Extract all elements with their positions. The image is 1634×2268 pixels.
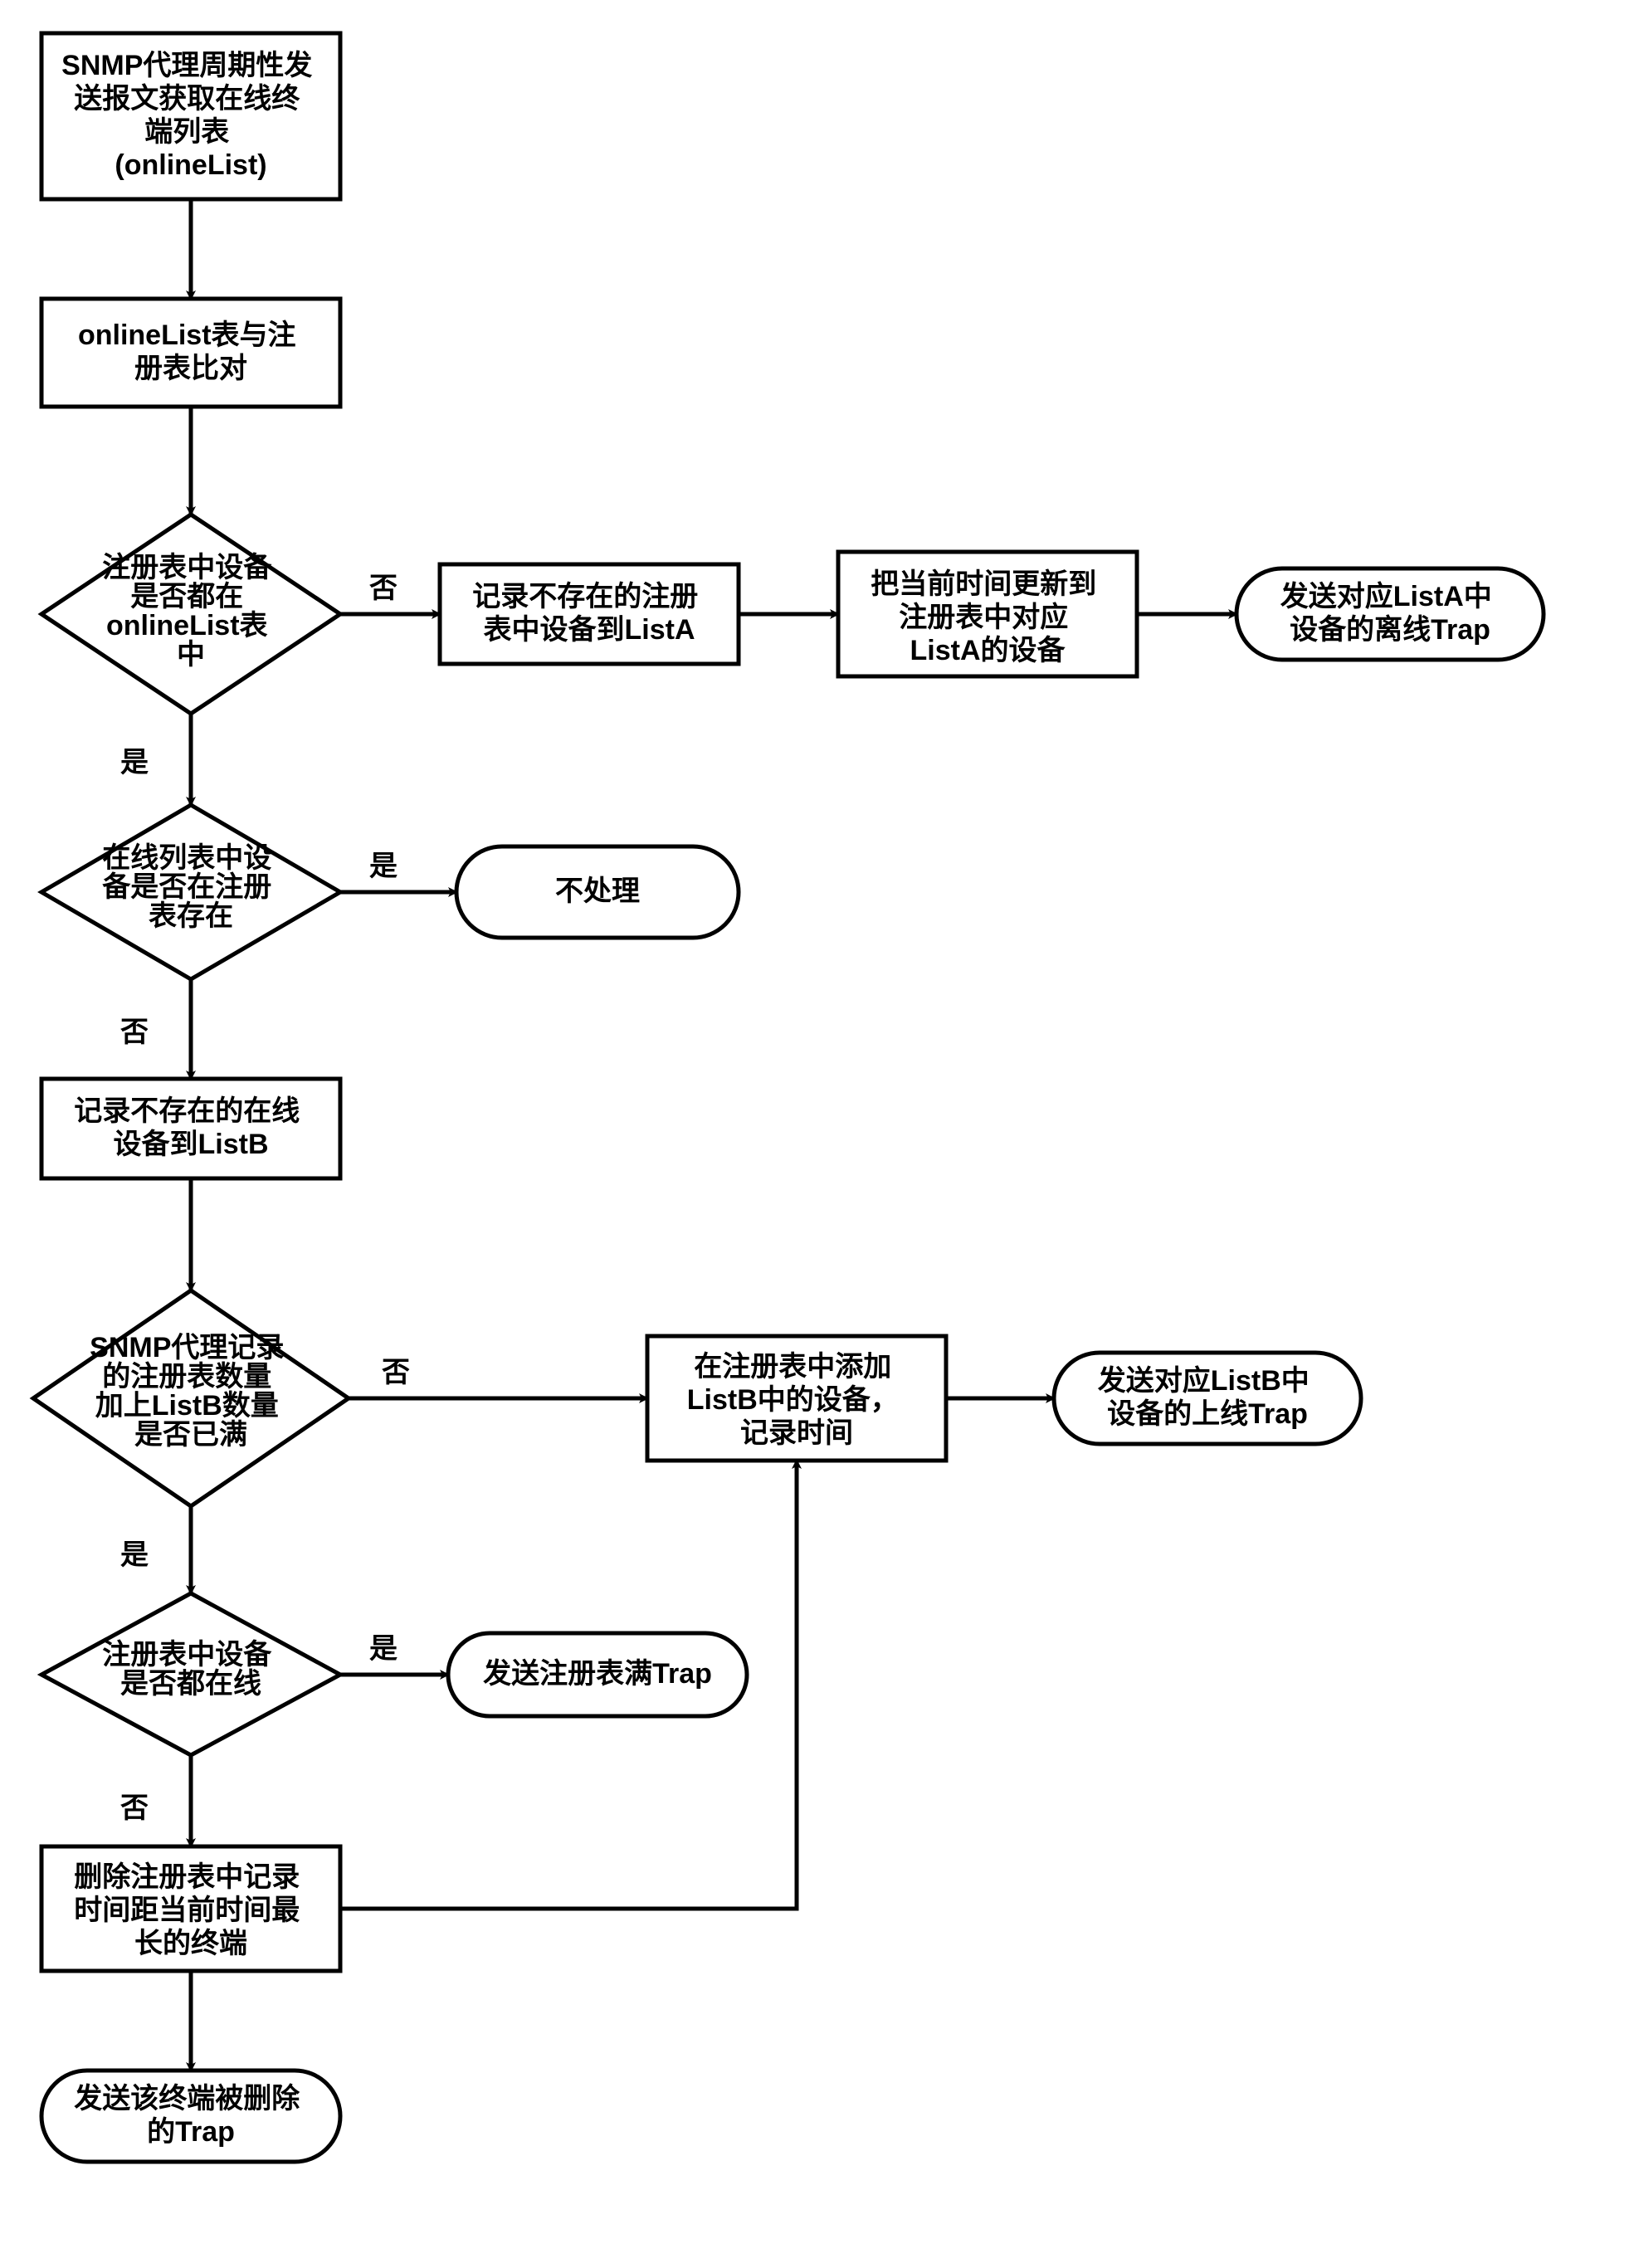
process-compare-lists: onlineList表与注 册表比对 [41, 299, 340, 407]
label-no: 否 [369, 573, 398, 604]
label-yes: 是 [120, 747, 149, 778]
process-update-time-lista: 把当前时间更新到 注册表中对应 ListA的设备 [838, 552, 1137, 676]
label-yes: 是 [369, 851, 398, 882]
process-record-lista: 记录不存在的注册 表中设备到ListA [440, 564, 739, 664]
terminator-no-action: 不处理 [456, 846, 739, 938]
terminator-send-delete-trap: 发送该终端被删除 的Trap [41, 2070, 340, 2162]
label-no: 否 [382, 1357, 410, 1388]
text: 注册表中设备 是否都在线 [102, 1639, 279, 1700]
terminator-send-online-trap: 发送对应ListB中 设备的上线Trap [1054, 1353, 1361, 1444]
process-snmp-get-online-list: SNMP代理周期性发 送报文获取在线终 端列表 (onlineList) [41, 33, 340, 199]
label-yes: 是 [369, 1633, 398, 1665]
decision-register-full: SNMP代理记录 的注册表数量 加上ListB数量 是否已满 [33, 1290, 349, 1506]
decision-all-registered-online: 注册表中设备 是否都在线 [41, 1593, 340, 1755]
label-no: 否 [120, 1792, 149, 1824]
label-yes: 是 [120, 1539, 149, 1571]
label-no: 否 [120, 1017, 149, 1048]
process-add-listb-record-time: 在注册表中添加 ListB中的设备， 记录时间 [647, 1336, 946, 1461]
decision-online-in-registered: 在线列表中设 备是否在注册 表存在 [41, 805, 340, 979]
terminator-send-full-trap: 发送注册表满Trap [448, 1633, 747, 1716]
process-delete-oldest: 删除注册表中记录 时间距当前时间最 长的终端 [41, 1846, 340, 1971]
terminator-send-offline-trap: 发送对应ListA中 设备的离线Trap [1236, 568, 1544, 660]
text: 发送注册表满Trap [483, 1658, 712, 1690]
process-record-listb: 记录不存在的在线 设备到ListB [41, 1079, 340, 1178]
text: 不处理 [555, 875, 640, 907]
flowchart: SNMP代理周期性发 送报文获取在线终 端列表 (onlineList) onl… [0, 0, 1634, 2268]
decision-registered-in-online: 注册表中设备 是否都在 onlineList表 中 [41, 515, 340, 714]
